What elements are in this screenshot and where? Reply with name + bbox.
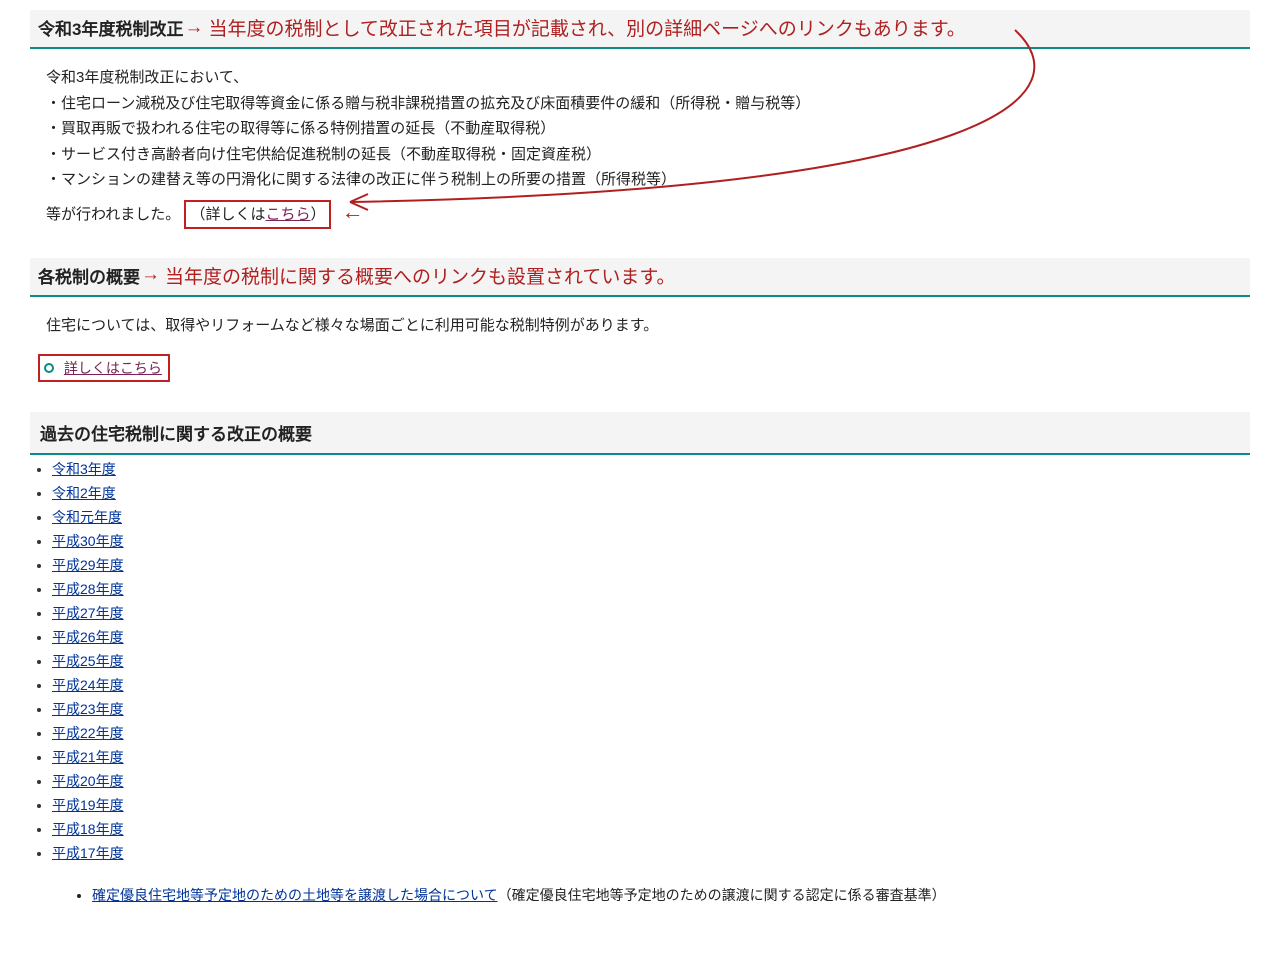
list-item: 令和3年度 — [52, 459, 1250, 479]
detail-link[interactable]: こちら — [265, 206, 310, 223]
list-item: 平成24年度 — [52, 675, 1250, 695]
detail-pre: （詳しくは — [190, 206, 265, 223]
list-item: 確定優良住宅地等予定地のための土地等を譲渡した場合について（確定優良住宅地等予定… — [92, 885, 1250, 905]
section2-text: 住宅については、取得やリフォームなど様々な場面ごとに利用可能な税制特例があります… — [46, 313, 1240, 339]
year-link[interactable]: 平成18年度 — [52, 821, 124, 837]
arrow-icon: → — [141, 264, 160, 286]
list-item: 平成25年度 — [52, 651, 1250, 671]
section2-annotation: 当年度の税制に関する概要へのリンクも設置されています。 — [165, 262, 676, 289]
list-item: 平成19年度 — [52, 795, 1250, 815]
year-link[interactable]: 平成26年度 — [52, 629, 124, 645]
list-item: 平成27年度 — [52, 603, 1250, 623]
overview-detail-link[interactable]: 詳しくはこちら — [64, 360, 162, 376]
detail-post: ） — [310, 206, 325, 223]
year-link[interactable]: 平成21年度 — [52, 749, 124, 765]
year-link[interactable]: 平成29年度 — [52, 557, 124, 573]
extra-link[interactable]: 確定優良住宅地等予定地のための土地等を譲渡した場合について — [92, 887, 498, 903]
list-item: 平成26年度 — [52, 627, 1250, 647]
year-link[interactable]: 平成28年度 — [52, 581, 124, 597]
year-link[interactable]: 平成30年度 — [52, 533, 124, 549]
section2-body: 住宅については、取得やリフォームなど様々な場面ごとに利用可能な税制特例があります… — [30, 305, 1250, 349]
year-link[interactable]: 平成23年度 — [52, 701, 124, 717]
list-item: 平成30年度 — [52, 531, 1250, 551]
year-link[interactable]: 平成27年度 — [52, 605, 124, 621]
detail-link-box: （詳しくはこちら） — [184, 200, 331, 230]
year-link[interactable]: 平成25年度 — [52, 653, 124, 669]
section1-bullets: ・住宅ローン減税及び住宅取得等資金に係る贈与税非課税措置の拡充及び床面積要件の緩… — [46, 91, 1240, 193]
list-item: 令和元年度 — [52, 507, 1250, 527]
list-item: 平成20年度 — [52, 771, 1250, 791]
year-link[interactable]: 令和3年度 — [52, 461, 116, 477]
section1-annotation: 当年度の税制として改正された項目が記載され、別の詳細ページへのリンクもあります。 — [208, 14, 965, 41]
section1-intro: 令和3年度税制改正において、 — [46, 65, 1240, 91]
list-item: 平成21年度 — [52, 747, 1250, 767]
bullet-item: ・住宅ローン減税及び住宅取得等資金に係る贈与税非課税措置の拡充及び床面積要件の緩… — [46, 91, 1240, 117]
outro-pre: 等が行われました。 — [46, 206, 180, 223]
list-item: 平成17年度 — [52, 843, 1250, 863]
bullet-icon — [44, 363, 54, 373]
list-item: 平成29年度 — [52, 555, 1250, 575]
list-item: 平成22年度 — [52, 723, 1250, 743]
year-link[interactable]: 令和2年度 — [52, 485, 116, 501]
past-years-list: 令和3年度 令和2年度 令和元年度 平成30年度 平成29年度 平成28年度 平… — [52, 459, 1250, 863]
section2-header: 各税制の概要 → 当年度の税制に関する概要へのリンクも設置されています。 — [30, 258, 1250, 297]
year-link[interactable]: 平成24年度 — [52, 677, 124, 693]
list-item: 平成18年度 — [52, 819, 1250, 839]
year-link[interactable]: 令和元年度 — [52, 509, 122, 525]
section1-outro-row: 等が行われました。 （詳しくはこちら） ← — [46, 193, 1240, 230]
section2-title: 各税制の概要 — [38, 263, 140, 288]
section1-title: 令和3年度税制改正 — [38, 15, 183, 40]
section1-body: 令和3年度税制改正において、 ・住宅ローン減税及び住宅取得等資金に係る贈与税非課… — [30, 57, 1250, 258]
list-item: 平成23年度 — [52, 699, 1250, 719]
arrow-icon: ← — [342, 199, 364, 224]
year-link[interactable]: 平成20年度 — [52, 773, 124, 789]
year-link[interactable]: 平成17年度 — [52, 845, 124, 861]
list-item: 平成28年度 — [52, 579, 1250, 599]
section1-header: 令和3年度税制改正 → 当年度の税制として改正された項目が記載され、別の詳細ペー… — [30, 10, 1250, 49]
year-link[interactable]: 平成22年度 — [52, 725, 124, 741]
extra-link-list: 確定優良住宅地等予定地のための土地等を譲渡した場合について（確定優良住宅地等予定… — [52, 885, 1250, 905]
bullet-item: ・サービス付き高齢者向け住宅供給促進税制の延長（不動産取得税・固定資産税） — [46, 142, 1240, 168]
arrow-icon: → — [184, 17, 203, 39]
bullet-item: ・マンションの建替え等の円滑化に関する法律の改正に伴う税制上の所要の措置（所得税… — [46, 167, 1240, 193]
extra-suffix: （確定優良住宅地等予定地のための譲渡に関する認定に係る審査基準） — [498, 887, 946, 903]
section3-title: 過去の住宅税制に関する改正の概要 — [30, 412, 1250, 455]
overview-link-box: 詳しくはこちら — [38, 354, 170, 382]
bullet-item: ・買取再販で扱われる住宅の取得等に係る特例措置の延長（不動産取得税） — [46, 116, 1240, 142]
year-link[interactable]: 平成19年度 — [52, 797, 124, 813]
list-item: 令和2年度 — [52, 483, 1250, 503]
